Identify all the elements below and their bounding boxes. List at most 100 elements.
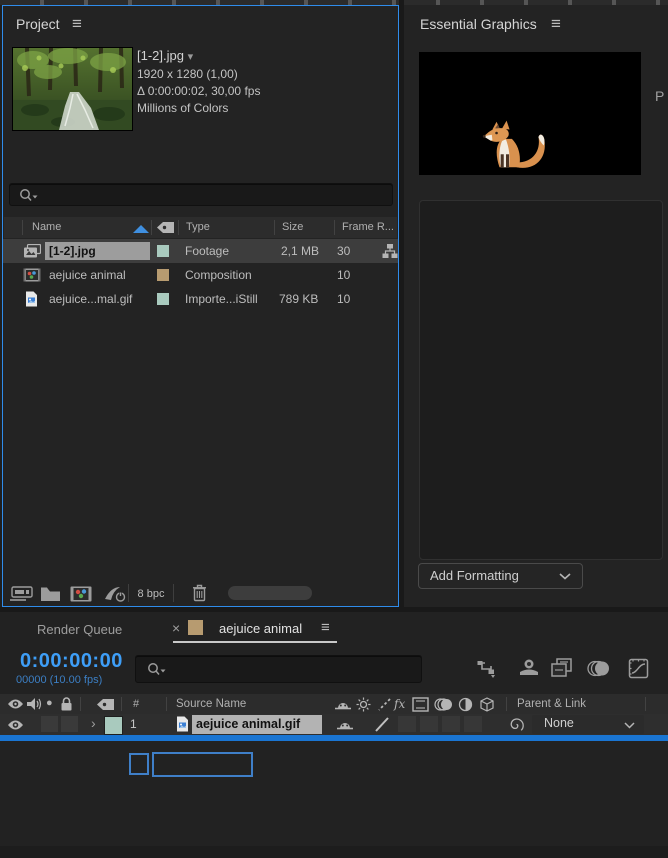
footage-dimensions: 1920 x 1280 (1,00)	[137, 67, 238, 81]
collapse-transformations-icon[interactable]	[356, 697, 371, 712]
column-header-parent-link[interactable]: Parent & Link	[517, 698, 586, 710]
column-header-size[interactable]: Size	[282, 221, 303, 233]
table-row[interactable]: aejuice animal Composition 10	[3, 263, 398, 287]
parent-link-dropdown[interactable]: None	[532, 715, 644, 734]
column-header-name[interactable]: Name	[32, 221, 61, 233]
project-search-input[interactable]	[9, 183, 393, 206]
draft-3d-icon[interactable]	[518, 658, 540, 678]
composition-flowchart-icon[interactable]	[477, 660, 499, 678]
column-header-source-name[interactable]: Source Name	[176, 698, 246, 710]
video-eye-icon[interactable]	[7, 698, 24, 710]
graphics-preview[interactable]	[419, 52, 641, 175]
composition-item-icon	[23, 268, 41, 282]
item-name-cell[interactable]: [1-2].jpg	[45, 242, 150, 260]
item-framerate-cell: 10	[337, 268, 351, 282]
layer-switch-cell[interactable]	[442, 716, 460, 732]
bit-depth-button[interactable]: 8 bpc	[128, 584, 174, 602]
table-row[interactable]: aejuice...mal.gif Importe...iStill 789 K…	[3, 287, 398, 311]
motion-blur-column-icon[interactable]	[434, 697, 453, 712]
new-composition-icon[interactable]	[70, 586, 92, 602]
item-name-cell[interactable]: aejuice...mal.gif	[49, 292, 132, 306]
tab-label-color-swatch[interactable]	[188, 620, 203, 635]
table-row[interactable]: [1-2].jpg Footage 2,1 MB 30	[3, 239, 398, 263]
effects-fx-icon[interactable]: fx	[394, 697, 405, 711]
item-type-cell: Footage	[185, 244, 230, 258]
item-type-cell: Composition	[185, 268, 252, 282]
tab-composition-active[interactable]: aejuice animal	[219, 621, 302, 636]
footage-timing: Δ 0:00:00:02, 30,00 fps	[137, 84, 261, 98]
active-tab-underline	[173, 641, 337, 643]
essential-graphics-panel: Essential Graphics ≡ P Add Formatting	[404, 5, 668, 610]
audio-speaker-icon[interactable]	[27, 697, 42, 711]
label-color-swatch[interactable]	[157, 269, 169, 281]
layer-quality-toggle-icon[interactable]	[373, 716, 391, 733]
interpret-footage-icon[interactable]	[9, 586, 35, 602]
frame-blending-icon[interactable]	[551, 658, 573, 678]
column-header-number[interactable]: #	[133, 698, 139, 710]
lock-icon[interactable]	[60, 697, 73, 711]
timeline-search-input[interactable]	[135, 655, 422, 683]
layer-gif-file-icon	[177, 716, 188, 732]
audio-toggle-cell[interactable]	[41, 716, 58, 732]
essential-graphics-title[interactable]: Essential Graphics	[420, 16, 537, 32]
tab-close-icon[interactable]: ×	[172, 620, 180, 636]
item-framerate-cell: 30	[337, 244, 351, 258]
frame-counter: 00000 (10.00 fps)	[16, 674, 103, 686]
layer-source-name[interactable]: aejuice animal.gif	[192, 715, 322, 734]
filename-dropdown-icon[interactable]: ▾	[188, 51, 194, 63]
tab-render-queue[interactable]: Render Queue	[37, 622, 122, 637]
label-color-swatch[interactable]	[157, 245, 169, 257]
project-panel-menu-icon[interactable]: ≡	[72, 15, 82, 32]
column-header-frame-rate[interactable]: Frame R...	[342, 221, 394, 233]
layer-switch-cell[interactable]	[464, 716, 482, 732]
layer-expander-icon[interactable]: ›	[91, 715, 96, 731]
chevron-down-icon	[559, 573, 571, 580]
layer-label-swatch[interactable]	[104, 716, 123, 735]
dependencies-icon[interactable]	[382, 243, 398, 259]
three-d-layer-icon[interactable]	[479, 697, 495, 712]
marquee-rect-large[interactable]	[152, 752, 253, 777]
layer-switch-cell[interactable]	[398, 716, 416, 732]
tab-menu-icon[interactable]: ≡	[321, 620, 330, 635]
frame-blend-column-icon[interactable]	[412, 697, 429, 712]
marquee-rect-small[interactable]	[129, 753, 149, 775]
add-formatting-label: Add Formatting	[430, 568, 519, 583]
label-column-icon[interactable]	[156, 221, 175, 234]
adjustment-layer-icon[interactable]	[458, 697, 473, 712]
chevron-down-icon	[624, 722, 635, 729]
sort-ascending-icon[interactable]	[133, 225, 149, 233]
footage-color-info: Millions of Colors	[137, 101, 229, 115]
parent-pick-whip-icon[interactable]	[508, 716, 525, 733]
footage-filename[interactable]: [1-2].jpg	[137, 48, 184, 63]
solo-icon[interactable]: ●	[46, 697, 53, 709]
gif-file-icon	[26, 291, 37, 307]
layer-row[interactable]: › 1 aejuice animal.gif None	[0, 714, 668, 735]
add-formatting-dropdown[interactable]: Add Formatting	[418, 563, 583, 589]
quality-icon[interactable]	[377, 697, 392, 712]
footage-info-block: [1-2].jpg ▾ 1920 x 1280 (1,00) Δ 0:00:00…	[137, 47, 260, 117]
solo-toggle-cell[interactable]	[61, 716, 78, 732]
label-column-icon[interactable]	[96, 698, 115, 711]
item-size-cell: 2,1 MB	[281, 244, 320, 258]
project-panel-title[interactable]: Project	[16, 16, 60, 32]
column-header-type[interactable]: Type	[186, 221, 210, 233]
item-name-cell[interactable]: aejuice animal	[49, 268, 126, 282]
layer-switch-cell[interactable]	[420, 716, 438, 732]
timeline-selection-bar	[0, 735, 668, 741]
delete-trash-icon[interactable]	[192, 584, 207, 602]
graph-editor-icon[interactable]	[628, 658, 649, 679]
color-depth-brush-icon[interactable]	[104, 585, 126, 603]
shy-icon[interactable]	[334, 698, 352, 711]
label-color-swatch[interactable]	[157, 293, 169, 305]
current-timecode[interactable]: 0:00:00:00	[20, 650, 123, 673]
graphics-properties-list[interactable]	[419, 200, 663, 560]
motion-blur-icon[interactable]	[587, 659, 611, 678]
new-folder-icon[interactable]	[40, 586, 61, 602]
layer-shy-toggle-icon[interactable]	[336, 718, 354, 731]
footage-thumbnail[interactable]	[12, 47, 133, 131]
layer-visibility-eye-icon[interactable]	[7, 719, 24, 731]
horizontal-scrollbar[interactable]	[228, 586, 312, 600]
fox-graphic	[482, 120, 545, 168]
essential-graphics-menu-icon[interactable]: ≡	[551, 15, 561, 32]
item-size-cell: 789 KB	[279, 292, 319, 306]
